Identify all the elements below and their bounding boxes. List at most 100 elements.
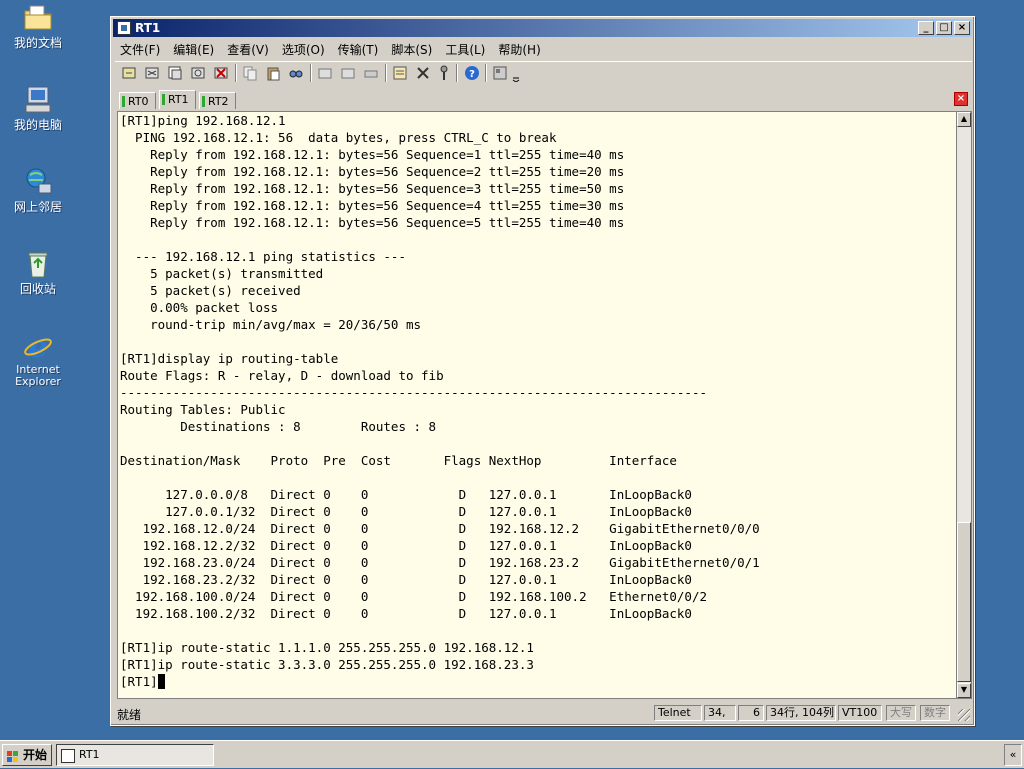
close-button[interactable]: × <box>954 21 970 35</box>
terminal-line: 5 packet(s) received <box>120 283 301 298</box>
print-icon[interactable] <box>363 65 379 81</box>
menu-tools[interactable]: 工具(L) <box>438 38 491 58</box>
session-icon[interactable] <box>167 65 183 81</box>
svg-text:?: ? <box>469 69 475 80</box>
terminal-line: 192.168.12.0/24 Direct 0 0 D 192.168.12.… <box>120 521 760 536</box>
help-icon[interactable]: ? <box>464 65 480 81</box>
tab-rt0[interactable]: RT0 <box>119 92 156 109</box>
status-num: 数字 <box>920 705 950 721</box>
terminal-line: round-trip min/avg/max = 20/36/50 ms <box>120 317 422 332</box>
session-tabs: RT0 RT1 RT2 × <box>115 90 972 110</box>
window-title: RT1 <box>135 21 161 35</box>
paste-icon[interactable] <box>265 65 281 81</box>
settings-icon[interactable] <box>415 65 431 81</box>
close-tab-icon[interactable]: × <box>954 92 968 106</box>
menu-view[interactable]: 查看(V) <box>220 38 275 58</box>
toolbar-separator <box>235 64 237 82</box>
menu-file[interactable]: 文件(F) <box>113 38 166 58</box>
status-caps: 大写 <box>886 705 916 721</box>
quick-connect-icon[interactable] <box>144 65 160 81</box>
desktop-icon-label: 网上邻居 <box>13 200 62 214</box>
minimize-button[interactable]: _ <box>918 21 934 35</box>
connect-icon[interactable] <box>121 65 137 81</box>
vertical-scrollbar[interactable]: ▲ ▼ <box>956 111 972 699</box>
status-term-type: VT100 <box>838 705 882 721</box>
reconnect-icon[interactable] <box>190 65 206 81</box>
properties-icon[interactable] <box>392 65 408 81</box>
tab-rt1[interactable]: RT1 <box>159 90 196 109</box>
scroll-down-arrow-icon[interactable]: ▼ <box>957 683 971 698</box>
internet-explorer-icon: e <box>22 330 54 365</box>
folder-icon <box>22 2 54 34</box>
desktop-icon-recycle-bin[interactable]: 回收站 <box>4 248 72 296</box>
recycle-bin-icon <box>22 248 54 280</box>
resize-grip-icon[interactable] <box>958 709 970 721</box>
terminal-line: ----------------------------------------… <box>120 385 707 400</box>
taskbar: 开始 RT1 « <box>0 740 1024 768</box>
tab-rt2[interactable]: RT2 <box>199 92 236 109</box>
toolbar-overflow-chevron-icon[interactable] <box>511 71 521 83</box>
terminal-text: [RT1]ping 192.168.12.1 PING 192.168.12.1… <box>118 112 957 673</box>
desktop-icon-label: Internet Explorer <box>15 363 61 388</box>
toolbar: ? <box>115 61 972 86</box>
terminal-line: Reply from 192.168.12.1: bytes=56 Sequen… <box>120 147 625 162</box>
desktop-icon-internet-explorer[interactable]: e Internet Explorer <box>4 330 72 388</box>
terminal-line: --- 192.168.12.1 ping statistics --- <box>120 249 406 264</box>
toolbar-separator <box>385 64 387 82</box>
disconnect-icon[interactable] <box>213 65 229 81</box>
desktop-icon-my-computer[interactable]: 我的电脑 <box>4 84 72 132</box>
desktop-icon-my-documents[interactable]: 我的文档 <box>4 2 72 50</box>
terminal-line: 127.0.0.0/8 Direct 0 0 D 127.0.0.1 InLoo… <box>120 487 692 502</box>
desktop-icon-label: 我的电脑 <box>13 118 62 132</box>
menu-help[interactable]: 帮助(H) <box>491 38 546 58</box>
network-icon <box>22 166 54 198</box>
menu-options[interactable]: 选项(O) <box>275 38 331 58</box>
scroll-up-arrow-icon[interactable]: ▲ <box>957 112 971 127</box>
menu-edit[interactable]: 编辑(E) <box>166 38 220 58</box>
menu-transfer[interactable]: 传输(T) <box>331 38 385 58</box>
terminal-line: [RT1]ping 192.168.12.1 <box>120 113 286 128</box>
terminal-line: 192.168.100.0/24 Direct 0 0 D 192.168.10… <box>120 589 707 604</box>
tray-expand-icon[interactable]: « <box>1004 744 1022 766</box>
start-label: 开始 <box>23 748 48 762</box>
terminal-line: 192.168.23.0/24 Direct 0 0 D 192.168.23.… <box>120 555 760 570</box>
terminal-line: PING 192.168.12.1: 56 data bytes, press … <box>120 130 557 145</box>
terminal-line: Reply from 192.168.12.1: bytes=56 Sequen… <box>120 215 625 230</box>
status-bar: 就绪 Telnet 34, 6 34行, 104列 VT100 大写 数字 <box>113 703 972 723</box>
toolbar-separator <box>456 64 458 82</box>
terminal-line: Reply from 192.168.12.1: bytes=56 Sequen… <box>120 198 625 213</box>
desktop-icon-label: 回收站 <box>19 282 56 296</box>
terminal-prompt: [RT1] <box>120 674 158 689</box>
terminal-line: Routing Tables: Public <box>120 402 286 417</box>
terminal-line: 0.00% packet loss <box>120 300 279 315</box>
key-icon[interactable] <box>436 65 452 81</box>
maximize-button[interactable]: □ <box>936 21 952 35</box>
find-icon[interactable] <box>288 65 304 81</box>
terminal-line: Destinations : 8 Routes : 8 <box>120 419 437 434</box>
title-bar[interactable]: RT1 _ □ × <box>113 19 972 37</box>
taskbar-item-label: RT1 <box>79 748 100 761</box>
receive-icon[interactable] <box>340 65 356 81</box>
terminal-line: [RT1]ip route-static 1.1.1.0 255.255.255… <box>120 640 534 655</box>
start-button[interactable]: 开始 <box>2 744 52 766</box>
layout-icon[interactable] <box>492 65 508 81</box>
status-col: 6 <box>738 705 764 721</box>
menu-script[interactable]: 脚本(S) <box>384 38 438 58</box>
copy-icon[interactable] <box>242 65 258 81</box>
terminal-line: 192.168.23.2/32 Direct 0 0 D 127.0.0.1 I… <box>120 572 692 587</box>
desktop-icon-network[interactable]: 网上邻居 <box>4 166 72 214</box>
terminal-line: Destination/Mask Proto Pre Cost Flags Ne… <box>120 453 677 468</box>
terminal-line: 5 packet(s) transmitted <box>120 266 324 281</box>
terminal-prompt-line: [RT1] <box>118 673 957 690</box>
scrollbar-thumb[interactable] <box>957 522 971 682</box>
status-size: 34行, 104列 <box>766 705 836 721</box>
terminal-line: Route Flags: R - relay, D - download to … <box>120 368 444 383</box>
status-row: 34, <box>704 705 736 721</box>
send-icon[interactable] <box>317 65 333 81</box>
taskbar-item-rt1[interactable]: RT1 <box>56 744 214 766</box>
terminal-output[interactable]: [RT1]ping 192.168.12.1 PING 192.168.12.1… <box>117 111 957 699</box>
